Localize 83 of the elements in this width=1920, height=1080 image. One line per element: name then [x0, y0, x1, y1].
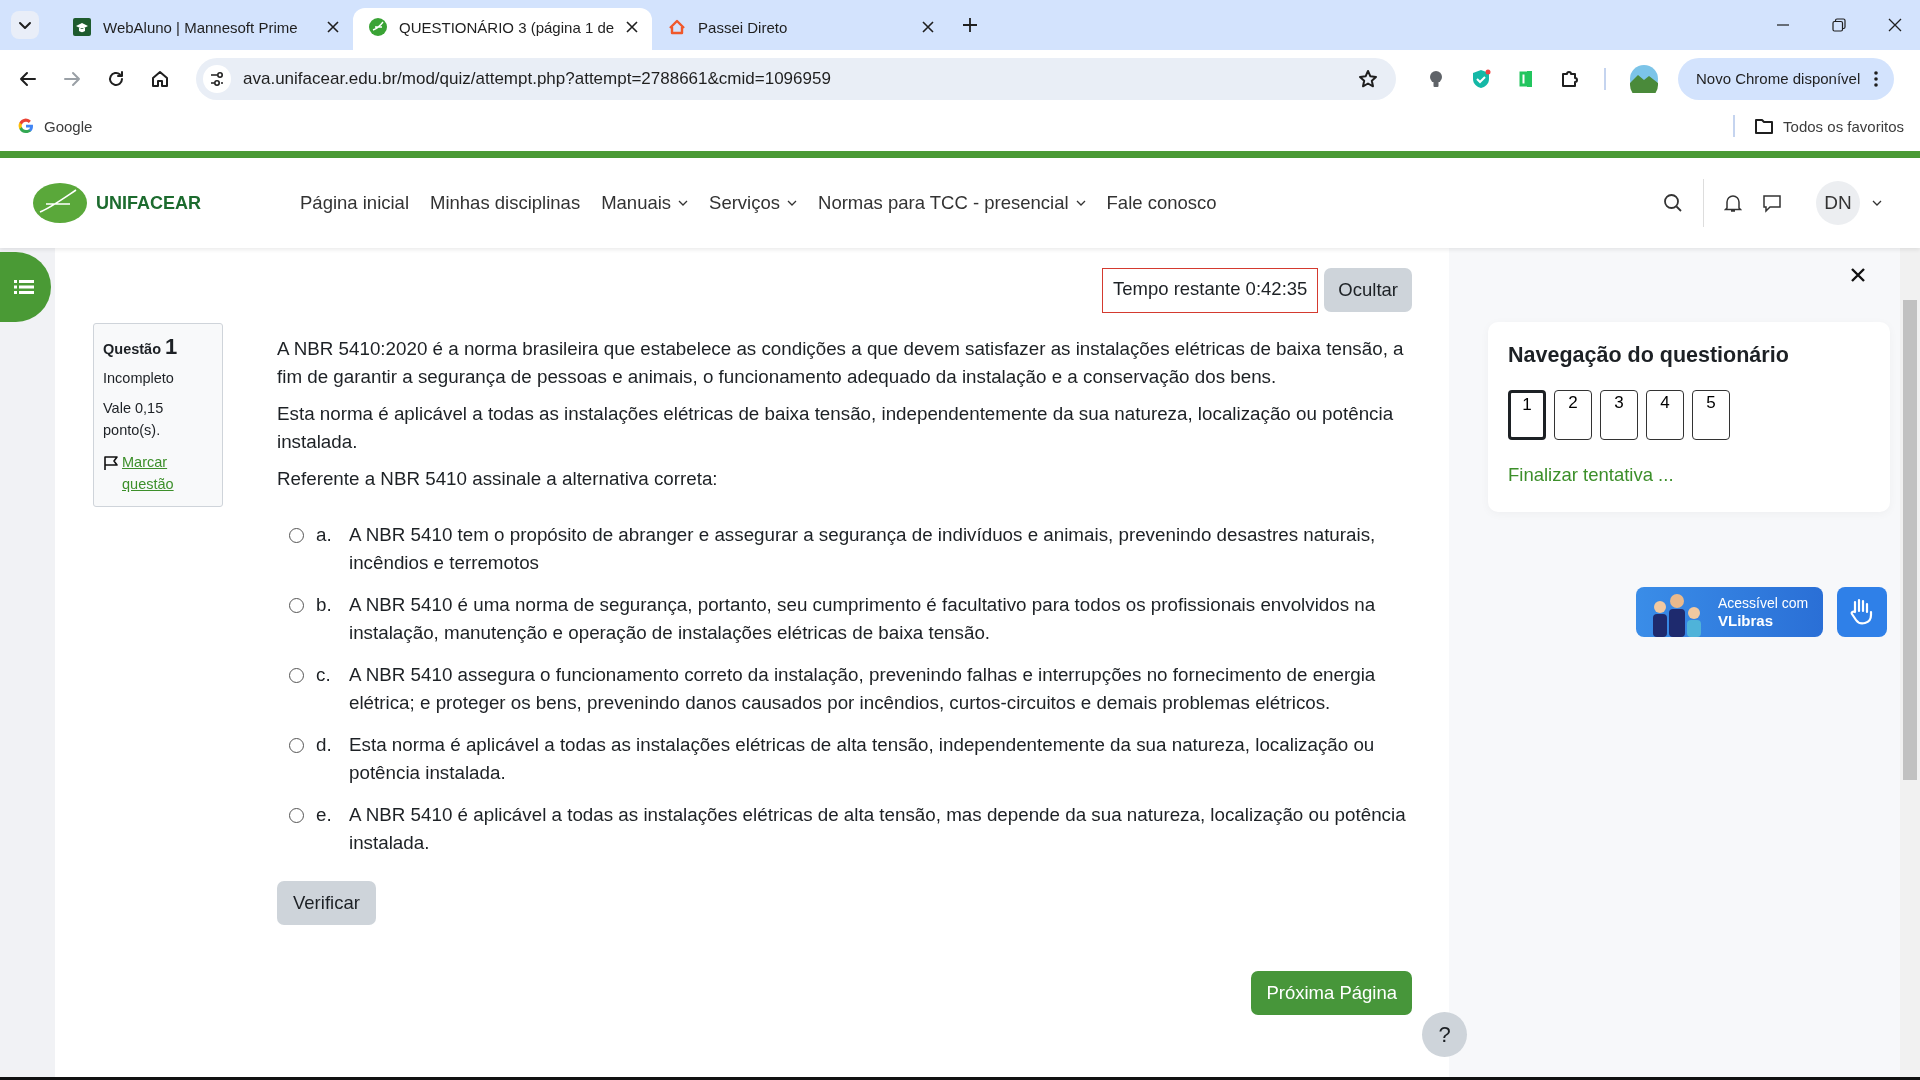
question-nav-button[interactable]: 1 — [1508, 390, 1546, 440]
profile-avatar-icon[interactable] — [1630, 64, 1658, 93]
leaf-logo-icon — [369, 18, 387, 36]
question-text: Referente a NBR 5410 assinale a alternativa correta: — [277, 467, 719, 491]
option-text: A NBR 5410 tem o propósito de abranger e assegurar a segurança de indivíduos e animais, prevenindo desastres naturais, incêndios e terremotos — [349, 523, 1377, 575]
chevron-down-icon — [678, 200, 689, 206]
update-chrome-button[interactable]: Novo Chrome disponível — [1678, 57, 1895, 100]
bell-icon[interactable] — [1724, 193, 1742, 213]
browser-tab[interactable]: Passei Direto — [652, 8, 949, 50]
option-letter: d. — [316, 733, 333, 757]
site-settings-icon[interactable] — [203, 64, 231, 93]
browser-tab[interactable]: WebAluno | Mannesoft Prime — [57, 8, 353, 50]
list-icon — [13, 279, 34, 295]
new-tab-icon[interactable] — [962, 17, 979, 33]
tab-title: QUESTIONÁRIO 3 (página 1 de — [399, 18, 615, 36]
question-text: Esta norma é aplicável a todas as instalações elétricas de baixa tensão, independentemente da sua natureza, localização ou potência instalada. — [277, 402, 1395, 454]
option-text: A NBR 5410 é uma norma de segurança, portanto, seu cumprimento é facultativo para todos os profissionais envolvidos na instalação, manutenção e operação de instalações elétricas de baixa tensão. — [349, 593, 1377, 645]
option-text: Esta norma é aplicável a todas as instalações elétricas de alta tensão, independentemente da sua natureza, localização ou potência instalada. — [349, 733, 1376, 785]
option-text: A NBR 5410 é aplicável a todas as instalações elétricas de alta tensão, mas depende da sua natureza, localização ou potência instalada. — [349, 803, 1407, 855]
nav-link[interactable]: Normas para TCC - presencial — [818, 192, 1086, 214]
nav-link[interactable]: Minhas disciplinas — [430, 192, 581, 214]
puzzle-icon[interactable] — [1560, 68, 1580, 89]
close-icon[interactable] — [922, 21, 935, 33]
option-text: A NBR 5410 assegura o funcionamento correto da instalação, prevenindo falhas e interrupções no fornecimento de energia elétrica; e proteger os bens, prevenindo danos causados por incêndios, curtos-circuitos e demais problemas elétricos. — [349, 663, 1377, 715]
tab-search-icon[interactable] — [11, 11, 39, 39]
option-letter: e. — [316, 803, 333, 827]
option-letter: a. — [316, 523, 333, 547]
address-bar[interactable]: ava.unifacear.edu.br/mod/quiz/attempt.php?attempt=2788661&cmid=1096959 — [196, 57, 1396, 100]
nav-link[interactable]: Página inicial — [300, 192, 409, 214]
option-letter: c. — [316, 663, 332, 687]
sign-language-button[interactable] — [1837, 587, 1887, 637]
shield-check-icon[interactable] — [1470, 67, 1492, 90]
browser-tab[interactable]: QUESTIONÁRIO 3 (página 1 de — [353, 8, 653, 50]
user-avatar[interactable]: DN — [1816, 181, 1860, 225]
restore-icon[interactable] — [1832, 18, 1846, 32]
next-page-button[interactable]: Próxima Página — [1251, 971, 1412, 1015]
drawer-toggle-button[interactable] — [0, 252, 51, 322]
chevron-down-icon[interactable] — [1872, 200, 1882, 206]
hand-icon — [1849, 598, 1875, 626]
nav-link[interactable]: Fale conosco — [1106, 192, 1217, 214]
tab-title: WebAluno | Mannesoft Prime — [103, 18, 299, 36]
house-icon — [668, 18, 687, 36]
question-nav-button[interactable]: 2 — [1554, 390, 1592, 440]
nav-link[interactable]: Serviços — [709, 192, 798, 214]
bookmark-link[interactable]: Google — [18, 117, 93, 135]
g-logo-icon — [18, 118, 34, 134]
home-icon[interactable] — [150, 68, 170, 89]
close-icon[interactable] — [327, 21, 339, 33]
scrollbar-thumb[interactable] — [1903, 300, 1917, 780]
question-text: A NBR 5410:2020 é a norma brasileira que estabelece as condições a que devem satisfazer as instalações elétricas de baixa tensão, a fim de garantir a segurança de pessoas e animais, o funcionamento adequado da instalação e a conservação dos bens. — [277, 337, 1405, 389]
chat-icon[interactable] — [1762, 193, 1782, 213]
flag-icon[interactable] — [103, 455, 119, 471]
option-letter: b. — [316, 593, 333, 617]
timer-text: Tempo restante 0:42:35 — [1101, 268, 1319, 313]
reload-icon[interactable] — [106, 68, 126, 89]
chevron-down-icon — [787, 200, 798, 206]
close-icon[interactable] — [1888, 18, 1902, 32]
finish-attempt-link[interactable]: Finalizar tentativa ... — [1508, 464, 1870, 486]
more-icon[interactable] — [1874, 70, 1879, 87]
accessibility-button[interactable]: Acessível com VLibras — [1636, 587, 1823, 637]
logo-text: UNIFACEAR — [96, 192, 201, 214]
folder-icon — [1755, 118, 1774, 134]
search-icon[interactable] — [1663, 193, 1683, 213]
close-icon[interactable] — [1851, 268, 1865, 282]
hide-timer-button[interactable]: Ocultar — [1324, 268, 1412, 312]
graduation-cap-icon — [73, 18, 91, 36]
flag-question-link[interactable]: Marcar questão — [122, 451, 182, 495]
question-nav-button[interactable]: 5 — [1692, 390, 1730, 440]
leaf-logo-icon — [32, 182, 88, 224]
check-button[interactable]: Verificar — [277, 881, 376, 925]
nav-link[interactable]: Manuais — [601, 192, 689, 214]
close-icon[interactable] — [626, 21, 639, 33]
question-nav-button[interactable]: 4 — [1646, 390, 1684, 440]
star-icon[interactable] — [1358, 68, 1378, 89]
question-state: Incompleto — [103, 370, 175, 386]
card-title: Navegação do questionário — [1508, 343, 1790, 368]
tab-title: Passei Direto — [698, 18, 789, 36]
url-text: ava.unifacear.edu.br/mod/quiz/attempt.php?attempt=2788661&cmid=1096959 — [243, 68, 832, 89]
all-bookmarks-button[interactable]: Todos os favoritos — [1755, 117, 1904, 135]
question-nav-button[interactable]: 3 — [1600, 390, 1638, 440]
chevron-down-icon — [1075, 200, 1086, 206]
question-grade: Vale 0,15 ponto(s). — [103, 399, 165, 440]
question-number: Questão 1 — [103, 334, 179, 360]
